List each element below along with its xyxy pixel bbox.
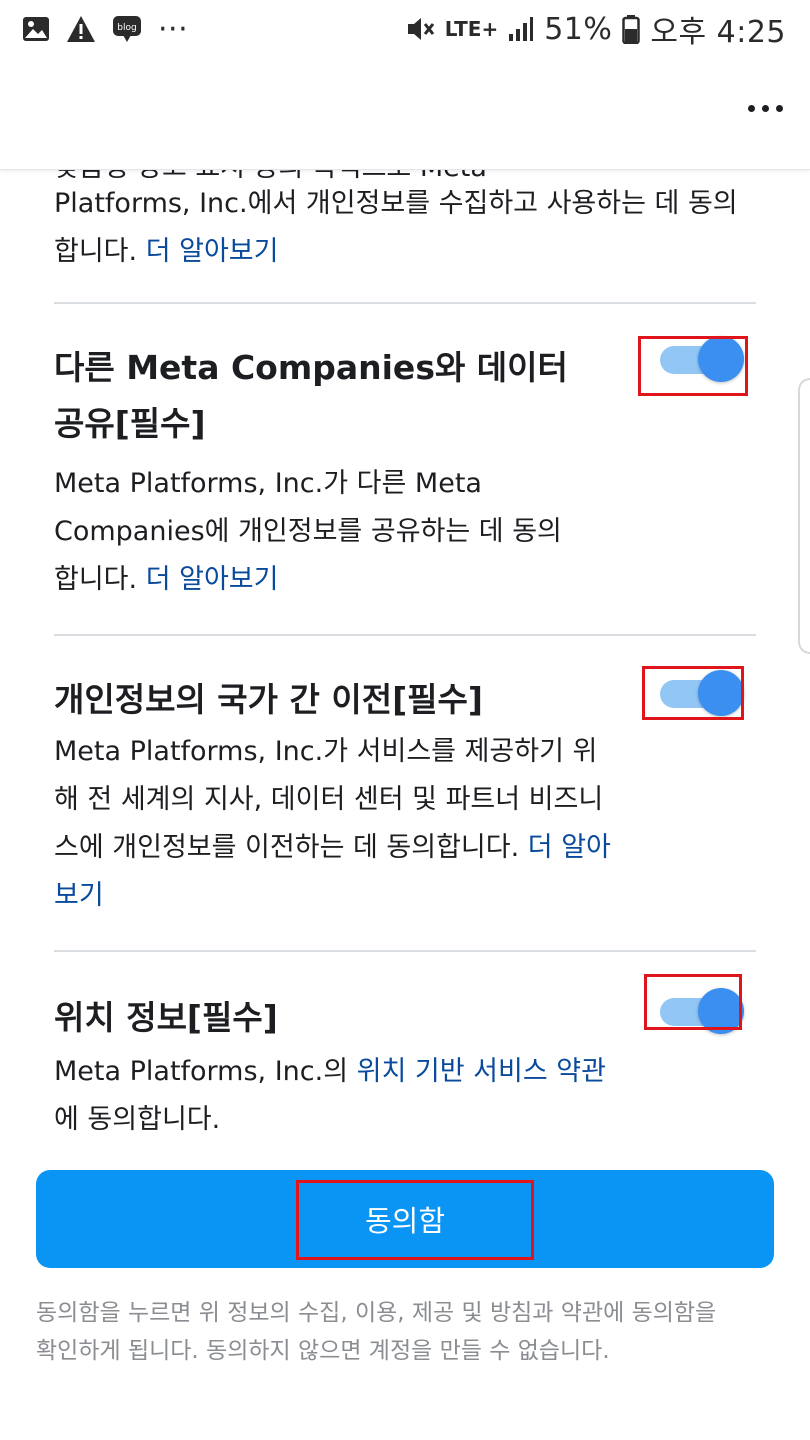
more-notifications-icon: ··· — [158, 11, 189, 47]
warning-icon — [66, 15, 96, 43]
section-title: 다른 Meta Companies와 데이터 공유[필수] — [54, 348, 568, 443]
status-bar: blog ··· LTE+ 51% 오후 4:25 — [0, 0, 810, 58]
blog-label: blog — [117, 23, 136, 33]
mute-icon — [405, 15, 435, 43]
highlight-box — [296, 1180, 534, 1260]
highlight-box — [642, 666, 744, 720]
battery-icon — [622, 14, 641, 44]
blog-icon: blog — [112, 14, 142, 44]
app-header — [0, 58, 810, 170]
location-terms-link[interactable]: 위치 기반 서비스 약관 — [357, 1056, 606, 1087]
consent-footnote: 동의함을 누르면 위 정보의 수집, 이용, 제공 및 방침과 약관에 동의함을… — [36, 1300, 717, 1364]
image-icon — [22, 16, 50, 42]
edge-panel-handle[interactable] — [798, 378, 810, 654]
section-body: Meta Platforms, Inc.가 다른 Meta Companies에… — [54, 468, 562, 595]
clock: 오후 4:25 — [650, 15, 786, 50]
intro-text: Platforms, Inc.에서 개인정보를 수집하고 사용하는 데 동의합니… — [54, 180, 756, 276]
notification-icons: blog ··· — [22, 12, 188, 47]
highlight-box — [644, 974, 742, 1030]
signal-bars-icon — [508, 16, 534, 42]
section-body: Meta Platforms, Inc.의 위치 기반 서비스 약관에 동의합니… — [54, 1056, 606, 1135]
section-body: Meta Platforms, Inc.가 서비스를 제공하기 위해 전 세계의… — [54, 736, 611, 911]
learn-more-link[interactable]: 더 알아보기 — [146, 564, 279, 595]
battery-percent: 51% — [544, 11, 613, 47]
more-options-icon[interactable] — [748, 98, 784, 118]
highlight-box — [638, 336, 748, 396]
learn-more-link-intro[interactable]: 더 알아보기 — [146, 236, 279, 267]
lte-signal-icon: LTE+ — [444, 17, 499, 41]
section-title: 개인정보의 국가 간 이전[필수] — [54, 680, 483, 719]
system-status: LTE+ 51% 오후 4:25 — [405, 7, 786, 51]
section-title: 위치 정보[필수] — [54, 998, 278, 1037]
